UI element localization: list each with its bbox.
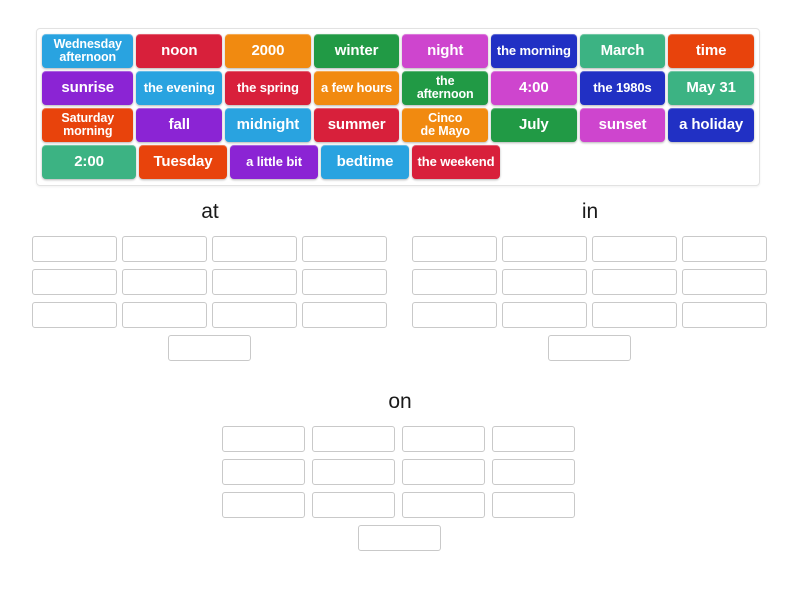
word-tile[interactable]: Cinco de Mayo xyxy=(402,108,489,142)
tile-row: Wednesday afternoon noon 2000 winter night th… xyxy=(42,34,754,68)
drop-slot-row xyxy=(32,269,387,295)
drop-slot[interactable] xyxy=(412,302,497,328)
word-tile[interactable]: Saturday morning xyxy=(42,108,134,142)
drop-slot[interactable] xyxy=(312,459,395,485)
word-tile[interactable]: sunrise xyxy=(42,71,134,105)
category-title-in: in xyxy=(581,200,599,223)
word-tile[interactable]: July xyxy=(491,108,577,142)
drop-slot-row xyxy=(222,426,577,452)
drop-slot[interactable] xyxy=(502,302,587,328)
word-tile[interactable]: a few hours xyxy=(313,71,400,105)
drop-slot[interactable] xyxy=(212,269,297,295)
word-tile[interactable]: the 1980s xyxy=(579,71,666,105)
drop-slot[interactable] xyxy=(302,269,387,295)
drop-slot[interactable] xyxy=(682,302,767,328)
drop-slot-row xyxy=(222,459,577,485)
word-tile[interactable]: 2:00 xyxy=(42,145,136,179)
tile-row: Saturday morning fall midnight summer Cinco … xyxy=(42,108,754,142)
drop-slot[interactable] xyxy=(212,236,297,262)
drop-zone-at[interactable] xyxy=(32,236,387,361)
drop-slot[interactable] xyxy=(592,269,677,295)
drop-slot[interactable] xyxy=(402,492,485,518)
drop-slot[interactable] xyxy=(312,426,395,452)
drop-slot[interactable] xyxy=(168,335,251,361)
word-tile[interactable]: March xyxy=(579,34,666,68)
word-tile[interactable]: the afternoon xyxy=(402,71,489,105)
word-tile[interactable]: the morning xyxy=(491,34,577,68)
word-tile[interactable]: the weekend xyxy=(412,145,500,179)
drop-slot[interactable] xyxy=(412,236,497,262)
word-tile-bank: Wednesday afternoon noon 2000 winter night th… xyxy=(36,28,760,186)
word-tile[interactable]: the spring xyxy=(225,71,311,105)
word-tile[interactable]: bedtime xyxy=(321,145,409,179)
word-tile[interactable]: Wednesday afternoon xyxy=(42,34,134,68)
drop-slot[interactable] xyxy=(122,236,207,262)
drop-slot[interactable] xyxy=(682,236,767,262)
drop-slot[interactable] xyxy=(592,302,677,328)
drop-slot[interactable] xyxy=(492,459,575,485)
drop-slot[interactable] xyxy=(302,302,387,328)
word-tile[interactable]: time xyxy=(668,34,754,68)
drop-slot[interactable] xyxy=(222,459,305,485)
drop-slot[interactable] xyxy=(592,236,677,262)
tile-row: sunrise the evening the spring a few hours t… xyxy=(42,71,754,105)
drop-slot[interactable] xyxy=(32,302,117,328)
drop-slot-row xyxy=(412,335,767,361)
drop-slot-row xyxy=(222,492,577,518)
drop-slot[interactable] xyxy=(492,492,575,518)
drop-slot-row xyxy=(32,302,387,328)
tile-row: 2:00 Tuesday a little bit bedtime the weeken… xyxy=(42,145,754,179)
drop-slot[interactable] xyxy=(502,236,587,262)
drop-slot-row xyxy=(32,335,387,361)
word-tile[interactable]: May 31 xyxy=(668,71,754,105)
word-tile[interactable]: night xyxy=(402,34,489,68)
drop-slot[interactable] xyxy=(222,492,305,518)
drop-slot-row xyxy=(412,302,767,328)
drop-slot[interactable] xyxy=(402,459,485,485)
word-tile[interactable]: noon xyxy=(136,34,223,68)
drop-slot[interactable] xyxy=(32,269,117,295)
drop-slot-row xyxy=(412,236,767,262)
category-title-at: at xyxy=(201,200,219,223)
drop-slot-row xyxy=(32,236,387,262)
drop-slot[interactable] xyxy=(358,525,441,551)
drop-slot[interactable] xyxy=(312,492,395,518)
drop-slot[interactable] xyxy=(548,335,631,361)
drop-slot[interactable] xyxy=(122,269,207,295)
word-tile[interactable]: the evening xyxy=(136,71,223,105)
drop-slot[interactable] xyxy=(492,426,575,452)
word-tile[interactable]: Tuesday xyxy=(139,145,227,179)
drop-slot[interactable] xyxy=(502,269,587,295)
word-tile[interactable]: midnight xyxy=(225,108,311,142)
word-tile[interactable]: a little bit xyxy=(230,145,318,179)
drop-slot-row xyxy=(412,269,767,295)
drop-slot[interactable] xyxy=(212,302,297,328)
drop-slot[interactable] xyxy=(682,269,767,295)
drop-slot[interactable] xyxy=(302,236,387,262)
word-tile[interactable]: winter xyxy=(313,34,400,68)
drop-slot[interactable] xyxy=(122,302,207,328)
drop-slot[interactable] xyxy=(222,426,305,452)
drop-slot-row xyxy=(222,525,577,551)
drop-slot[interactable] xyxy=(412,269,497,295)
drop-slot[interactable] xyxy=(32,236,117,262)
category-title-on: on xyxy=(388,390,412,413)
word-tile[interactable]: 2000 xyxy=(225,34,311,68)
word-tile[interactable]: sunset xyxy=(579,108,666,142)
drop-zone-in[interactable] xyxy=(412,236,767,361)
word-tile[interactable]: fall xyxy=(136,108,223,142)
drop-slot[interactable] xyxy=(402,426,485,452)
word-tile[interactable]: a holiday xyxy=(668,108,754,142)
word-tile[interactable]: summer xyxy=(313,108,400,142)
drop-zone-on[interactable] xyxy=(222,426,577,551)
word-tile[interactable]: 4:00 xyxy=(491,71,577,105)
